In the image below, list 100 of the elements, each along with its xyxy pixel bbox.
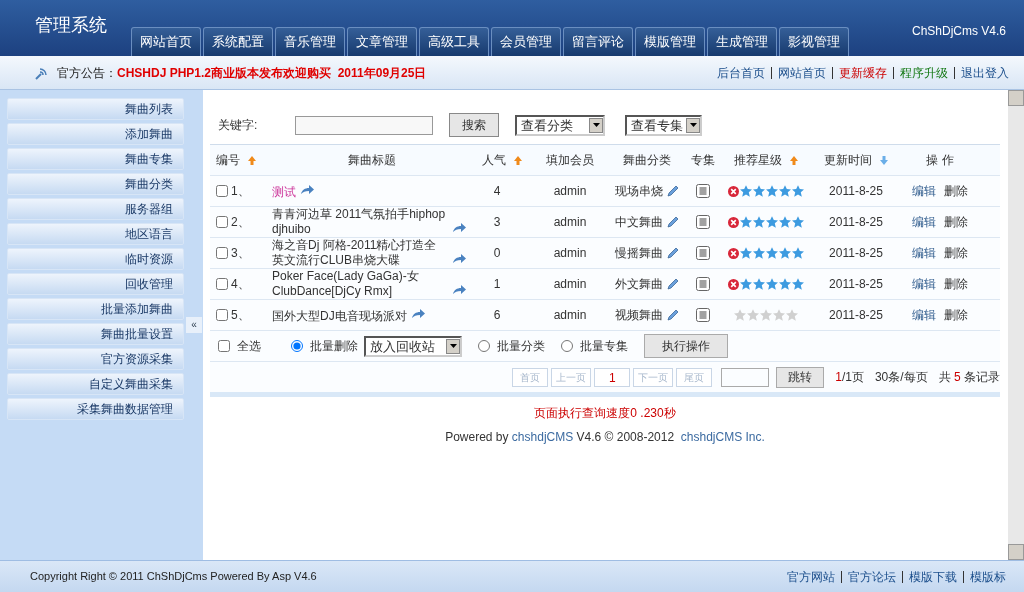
sidebar-item[interactable]: 批量添加舞曲 [7, 298, 184, 320]
share-icon[interactable] [410, 309, 425, 320]
category-link[interactable]: 慢摇舞曲 [615, 244, 663, 262]
list-icon[interactable] [696, 246, 710, 260]
nav-tab[interactable]: 系统配置 [203, 27, 273, 56]
row-checkbox[interactable] [216, 185, 228, 197]
nav-tab[interactable]: 音乐管理 [275, 27, 345, 56]
pencil-icon[interactable] [667, 185, 679, 197]
pencil-icon[interactable] [667, 247, 679, 259]
nav-tab[interactable]: 生成管理 [707, 27, 777, 56]
notice-text[interactable]: CHSHDJ PHP1.2商业版本发布欢迎购买 2011年09月25日 [117, 63, 427, 82]
page-field[interactable] [721, 367, 770, 387]
star-icon [753, 185, 765, 197]
sidebar-item[interactable]: 地区语言 [7, 223, 184, 245]
row-checkbox[interactable] [216, 216, 228, 228]
action-link[interactable]: 删除 [944, 275, 968, 293]
nav-tab[interactable]: 文章管理 [347, 27, 417, 56]
sidebar-item[interactable]: 临时资源 [7, 248, 184, 270]
category-link[interactable]: 外文舞曲 [615, 275, 663, 293]
page-count: 1/1页 [835, 369, 864, 386]
song-title-link[interactable]: 海之音Dj 阿格-2011精心打造全英文流行CLUB串烧大碟 [272, 238, 448, 268]
nav-tab[interactable]: 网站首页 [131, 27, 201, 56]
nav-tab[interactable]: 影视管理 [779, 27, 849, 56]
nav-tab[interactable]: 模版管理 [635, 27, 705, 56]
batch-radio[interactable] [561, 340, 573, 352]
song-title-link[interactable]: 青青河边草 2011气氛拍手hiphop djhuibo [272, 207, 448, 237]
action-link[interactable]: 编辑 [912, 275, 936, 293]
sidebar-item[interactable]: 舞曲列表 [7, 98, 184, 120]
notice-link[interactable]: 更新缓存 [839, 63, 887, 82]
sidebar-item[interactable]: 舞曲分类 [7, 173, 184, 195]
share-icon[interactable] [300, 185, 314, 196]
sidebar-item[interactable]: 舞曲批量设置 [7, 323, 184, 345]
action-link[interactable]: 编辑 [912, 244, 936, 262]
sidebar-item[interactable]: 回收管理 [7, 273, 184, 295]
star-icon [740, 278, 752, 290]
row-checkbox[interactable] [216, 278, 228, 290]
song-title-link[interactable]: Poker Face(Lady GaGa)-女ClubDance[DjCy Rmx] [272, 269, 448, 299]
action-link[interactable]: 编辑 [912, 213, 936, 231]
nav-tab[interactable]: 高级工具 [419, 27, 489, 56]
action-link[interactable]: 删除 [944, 182, 968, 200]
category-link[interactable]: 现场串烧 [615, 182, 663, 200]
list-icon[interactable] [696, 184, 710, 198]
batch-radio[interactable] [478, 340, 490, 352]
list-icon[interactable] [696, 308, 710, 322]
nav-tab[interactable]: 留言评论 [563, 27, 633, 56]
pencil-icon[interactable] [667, 216, 679, 228]
batch-radio[interactable] [291, 340, 303, 352]
footer-link[interactable]: 模版标 [970, 567, 1006, 586]
clear-icon[interactable] [728, 278, 739, 290]
notice-link[interactable]: 程序升级 [900, 63, 948, 82]
keyword-field[interactable] [295, 115, 434, 135]
sidebar-item[interactable]: 官方资源采集 [7, 348, 184, 370]
select-all-checkbox[interactable] [218, 340, 230, 352]
dropdown-select[interactable]: 查看分类 [515, 114, 606, 136]
sort-up-icon[interactable] [514, 156, 522, 166]
clear-icon[interactable] [728, 216, 739, 228]
notice-link[interactable]: 网站首页 [778, 63, 826, 82]
execute-button[interactable]: 执行操作 [644, 334, 728, 358]
share-icon[interactable] [452, 222, 466, 233]
action-link[interactable]: 删除 [944, 213, 968, 231]
category-link[interactable]: 视频舞曲 [615, 306, 663, 324]
notice-link[interactable]: 退出登入 [961, 63, 1009, 82]
search-button[interactable]: 搜索 [449, 113, 500, 137]
share-icon[interactable] [452, 253, 466, 264]
hits-cell-text: 0 [492, 245, 502, 262]
row-checkbox[interactable] [216, 309, 228, 321]
sidebar-item[interactable]: 添加舞曲 [7, 123, 184, 145]
row-checkbox[interactable] [216, 247, 228, 259]
category-link[interactable]: 中文舞曲 [615, 213, 663, 231]
sidebar-item[interactable]: 服务器组 [7, 198, 184, 220]
share-icon[interactable] [452, 284, 466, 295]
sort-down-icon[interactable] [880, 156, 888, 166]
action-link[interactable]: 删除 [944, 244, 968, 262]
footer-link[interactable]: 官方论坛 [848, 567, 896, 586]
dropdown-select[interactable]: 查看专集 [625, 114, 703, 136]
notice-label: 官方公告： [57, 64, 117, 82]
sidebar-item[interactable]: 舞曲专集 [7, 148, 184, 170]
pencil-icon[interactable] [667, 309, 679, 321]
sidebar-item[interactable]: 采集舞曲数据管理 [7, 398, 184, 420]
pager-button[interactable]: 1 [594, 367, 631, 387]
footer-link[interactable]: 模版下载 [909, 567, 957, 586]
song-title-link[interactable]: 国外大型DJ电音现场派对 [272, 308, 407, 324]
song-title-link[interactable]: 测试 [272, 184, 296, 200]
jump-button[interactable]: 跳转 [776, 366, 825, 388]
notice-link[interactable]: 后台首页 [717, 63, 765, 82]
action-link[interactable]: 删除 [944, 306, 968, 324]
nav-tab[interactable]: 会员管理 [491, 27, 561, 56]
action-link[interactable]: 编辑 [912, 306, 936, 324]
clear-icon[interactable] [728, 247, 739, 259]
sort-up-icon[interactable] [790, 156, 798, 166]
action-link[interactable]: 编辑 [912, 182, 936, 200]
clear-icon[interactable] [728, 185, 739, 197]
footer-link[interactable]: 官方网站 [787, 567, 835, 586]
sidebar-item[interactable]: 自定义舞曲采集 [7, 373, 184, 395]
list-icon[interactable] [696, 215, 710, 229]
collapse-toggle[interactable]: « [186, 317, 202, 333]
pencil-icon[interactable] [667, 278, 679, 290]
list-icon[interactable] [696, 277, 710, 291]
sort-up-icon[interactable] [248, 156, 256, 166]
dropdown-select[interactable]: 放入回收站 [364, 335, 462, 357]
